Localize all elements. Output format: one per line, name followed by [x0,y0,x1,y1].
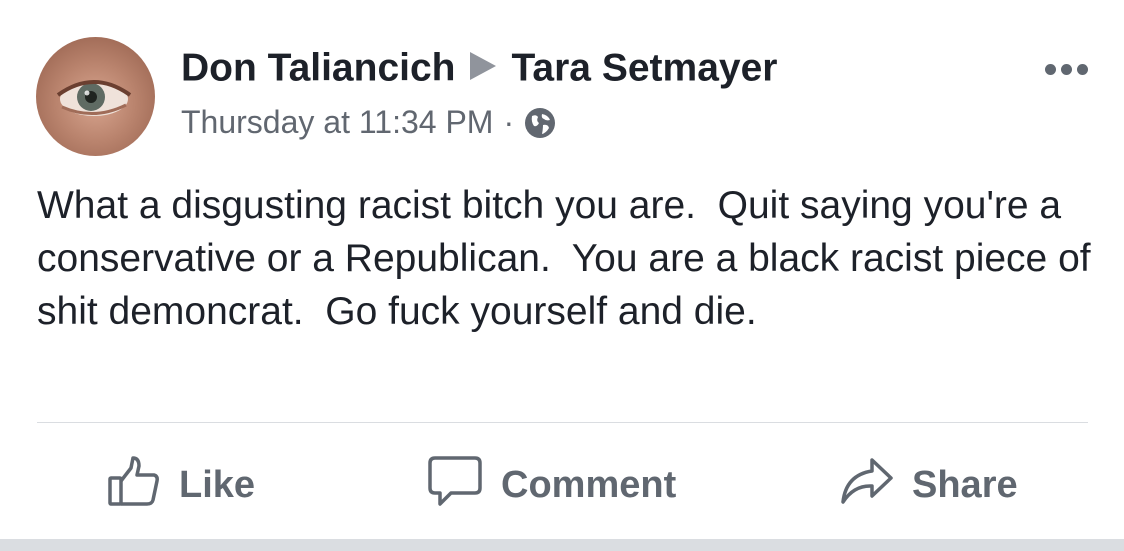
globe-icon [524,104,556,140]
post-actions: Like Comment Share [0,448,1124,523]
divider [37,422,1088,423]
bottom-separator-bar [0,539,1124,551]
comment-button[interactable]: Comment [427,448,676,523]
post-timestamp[interactable]: Thursday at 11:34 PM [181,104,493,140]
more-dot-icon [1077,64,1088,75]
more-options-button[interactable] [1045,64,1088,75]
share-arrow-icon [840,456,894,516]
thumbs-up-icon [107,454,161,518]
share-label: Share [912,464,1018,506]
avatar-eye-image [56,80,132,116]
like-button[interactable]: Like [107,448,255,523]
meta-separator: · [503,104,515,140]
triangle-right-icon [469,44,496,92]
recipient-name[interactable]: Tara Setmayer [512,46,778,89]
comment-bubble-icon [427,454,483,518]
like-label: Like [179,464,256,506]
author-name[interactable]: Don Taliancich [181,46,456,89]
share-button[interactable]: Share [840,448,1018,523]
more-dot-icon [1045,64,1056,75]
post-header: Don Taliancich Tara Setmayer [181,44,777,96]
more-dot-icon [1061,64,1072,75]
avatar[interactable] [36,37,155,156]
post-text: What a disgusting racist bitch you are. … [37,184,1102,333]
post-meta: Thursday at 11:34 PM · [181,102,556,142]
comment-label: Comment [501,464,677,506]
